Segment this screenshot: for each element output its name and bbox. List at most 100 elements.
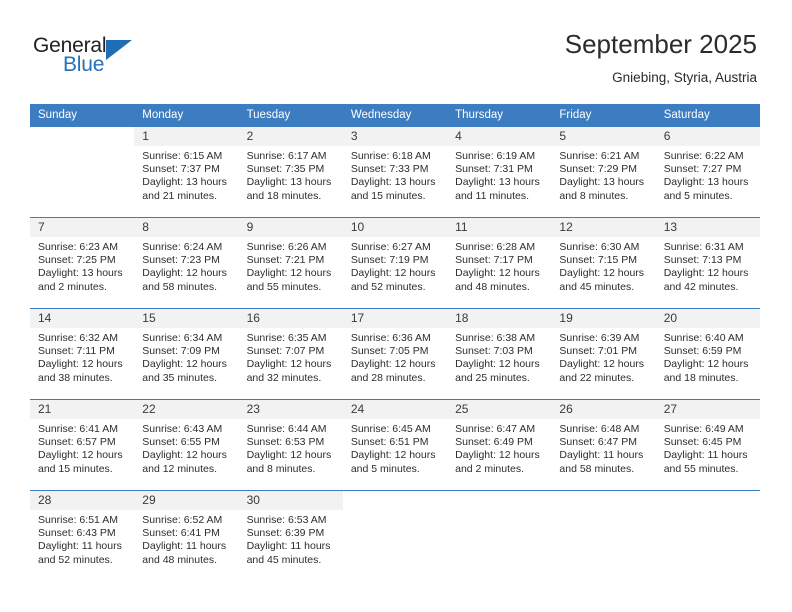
calendar-day-cell[interactable]: 1 Sunrise: 6:15 AM Sunset: 7:37 PM Daylight…	[134, 127, 239, 218]
daylight-duration-line1: Daylight: 12 hours	[142, 267, 227, 280]
day-number: 22	[134, 400, 239, 419]
day-details: Sunrise: 6:39 AM Sunset: 7:01 PM Daylight:…	[551, 328, 655, 385]
title-block: September 2025 Gniebing, Styria, Austria	[565, 28, 757, 87]
sunrise-time: Sunrise: 6:48 AM	[559, 423, 640, 435]
calendar-day-cell[interactable]	[447, 490, 552, 581]
day-cell-inner: 15 Sunrise: 6:34 AM Sunset: 7:09 PM Dayligh…	[134, 309, 239, 399]
calendar-day-cell[interactable]: 19 Sunrise: 6:39 AM Sunset: 7:01 PM Dayligh…	[551, 308, 656, 400]
sunrise-time: Sunrise: 6:47 AM	[455, 423, 536, 435]
calendar-day-cell[interactable]: 10 Sunrise: 6:27 AM Sunset: 7:19 PM Dayligh…	[342, 217, 448, 309]
calendar-day-cell[interactable]: 3 Sunrise: 6:18 AM Sunset: 7:33 PM Daylight…	[342, 127, 448, 218]
calendar-week-row: 21 Sunrise: 6:41 AM Sunset: 6:57 PM Dayligh…	[30, 399, 760, 491]
day-number: 8	[134, 218, 239, 237]
daylight-duration-line2: and 8 minutes.	[559, 189, 629, 202]
day-cell-inner: 29 Sunrise: 6:52 AM Sunset: 6:41 PM Dayligh…	[134, 491, 239, 581]
calendar-day-cell[interactable]	[342, 490, 448, 581]
calendar-day-cell[interactable]	[655, 490, 760, 581]
calendar-day-cell[interactable]: 15 Sunrise: 6:34 AM Sunset: 7:09 PM Dayligh…	[134, 308, 239, 400]
daylight-duration-line1: Daylight: 13 hours	[663, 176, 749, 189]
day-cell-inner: 27 Sunrise: 6:49 AM Sunset: 6:45 PM Dayligh…	[655, 400, 760, 490]
day-details: Sunrise: 6:47 AM Sunset: 6:49 PM Daylight:…	[447, 419, 551, 476]
day-details: Sunrise: 6:48 AM Sunset: 6:47 PM Daylight:…	[551, 419, 655, 476]
sunrise-time: Sunrise: 6:17 AM	[246, 150, 327, 162]
calendar-day-cell[interactable]: 13 Sunrise: 6:31 AM Sunset: 7:13 PM Dayligh…	[655, 217, 760, 309]
calendar-day-cell[interactable]: 7 Sunrise: 6:23 AM Sunset: 7:25 PM Daylight…	[30, 217, 135, 309]
sunset-time: Sunset: 7:11 PM	[38, 345, 115, 358]
daylight-duration-line1: Daylight: 13 hours	[559, 176, 645, 189]
calendar-day-cell[interactable]: 16 Sunrise: 6:35 AM Sunset: 7:07 PM Dayligh…	[238, 308, 343, 400]
day-number: 24	[342, 400, 448, 419]
sunset-time: Sunset: 7:33 PM	[350, 163, 429, 176]
day-details: Sunrise: 6:19 AM Sunset: 7:31 PM Daylight:…	[447, 146, 551, 203]
sunrise-time: Sunrise: 6:41 AM	[38, 423, 118, 435]
day-cell-inner	[343, 491, 447, 581]
sunset-time: Sunset: 7:13 PM	[663, 254, 742, 267]
calendar-day-cell[interactable]: 11 Sunrise: 6:28 AM Sunset: 7:17 PM Dayligh…	[447, 217, 552, 309]
daylight-duration-line1: Daylight: 12 hours	[455, 267, 540, 280]
sunset-time: Sunset: 6:53 PM	[246, 436, 325, 449]
calendar-day-cell[interactable]: 28 Sunrise: 6:51 AM Sunset: 6:43 PM Dayligh…	[30, 490, 135, 581]
calendar-day-cell[interactable]: 2 Sunrise: 6:17 AM Sunset: 7:35 PM Daylight…	[238, 127, 343, 218]
calendar-day-cell[interactable]: 24 Sunrise: 6:45 AM Sunset: 6:51 PM Dayligh…	[342, 399, 448, 491]
day-cell-inner: 1 Sunrise: 6:15 AM Sunset: 7:37 PM Daylight…	[134, 127, 239, 217]
day-details: Sunrise: 6:53 AM Sunset: 6:39 PM Daylight:…	[239, 510, 343, 567]
sunset-time: Sunset: 6:47 PM	[559, 436, 638, 449]
calendar-day-cell[interactable]: 5 Sunrise: 6:21 AM Sunset: 7:29 PM Daylight…	[551, 127, 656, 218]
sunrise-time: Sunrise: 6:44 AM	[246, 423, 327, 435]
day-number	[30, 127, 134, 146]
sunset-time: Sunset: 7:27 PM	[663, 163, 742, 176]
day-number: 29	[134, 491, 239, 510]
daylight-duration-line2: and 22 minutes.	[559, 371, 635, 384]
calendar-day-cell[interactable]: 18 Sunrise: 6:38 AM Sunset: 7:03 PM Dayligh…	[447, 308, 552, 400]
calendar-day-cell[interactable]: 26 Sunrise: 6:48 AM Sunset: 6:47 PM Dayligh…	[551, 399, 656, 491]
day-cell-inner: 25 Sunrise: 6:47 AM Sunset: 6:49 PM Dayligh…	[447, 400, 552, 490]
calendar-day-cell[interactable]: 22 Sunrise: 6:43 AM Sunset: 6:55 PM Dayligh…	[134, 399, 239, 491]
sunset-time: Sunset: 6:41 PM	[142, 527, 220, 540]
day-details: Sunrise: 6:43 AM Sunset: 6:55 PM Daylight:…	[134, 419, 238, 476]
daylight-duration-line2: and 45 minutes.	[246, 553, 322, 566]
day-details: Sunrise: 6:34 AM Sunset: 7:09 PM Daylight:…	[134, 328, 238, 385]
calendar-day-cell[interactable]: 30 Sunrise: 6:53 AM Sunset: 6:39 PM Dayligh…	[238, 490, 343, 581]
calendar-day-cell[interactable]: 27 Sunrise: 6:49 AM Sunset: 6:45 PM Dayligh…	[655, 399, 760, 491]
calendar-day-cell[interactable]: 14 Sunrise: 6:32 AM Sunset: 7:11 PM Dayligh…	[30, 308, 135, 400]
calendar-body: 1 Sunrise: 6:15 AM Sunset: 7:37 PM Daylight…	[30, 127, 760, 581]
calendar-day-cell[interactable]: 12 Sunrise: 6:30 AM Sunset: 7:15 PM Dayligh…	[551, 217, 656, 309]
day-number: 4	[447, 127, 552, 146]
calendar-day-cell[interactable]	[30, 127, 134, 218]
weekday-header-tuesday: Tuesday	[238, 104, 343, 127]
sunrise-time: Sunrise: 6:28 AM	[455, 241, 536, 253]
calendar-day-cell[interactable]: 6 Sunrise: 6:22 AM Sunset: 7:27 PM Daylight…	[655, 127, 760, 218]
daylight-duration-line1: Daylight: 13 hours	[38, 267, 123, 280]
calendar-day-cell[interactable]: 25 Sunrise: 6:47 AM Sunset: 6:49 PM Dayligh…	[447, 399, 552, 491]
calendar-day-cell[interactable]: 21 Sunrise: 6:41 AM Sunset: 6:57 PM Dayligh…	[30, 399, 135, 491]
calendar-day-cell[interactable]: 9 Sunrise: 6:26 AM Sunset: 7:21 PM Daylight…	[238, 217, 343, 309]
weekday-header-monday: Monday	[134, 104, 239, 127]
daylight-duration-line1: Daylight: 12 hours	[350, 358, 436, 371]
sunrise-time: Sunrise: 6:43 AM	[142, 423, 223, 435]
sunset-time: Sunset: 7:19 PM	[350, 254, 429, 267]
calendar-day-cell[interactable]: 8 Sunrise: 6:24 AM Sunset: 7:23 PM Daylight…	[134, 217, 239, 309]
general-blue-logo[interactable]: General Blue	[33, 34, 213, 80]
calendar-day-cell[interactable]: 17 Sunrise: 6:36 AM Sunset: 7:05 PM Dayligh…	[342, 308, 448, 400]
calendar-day-cell[interactable]: 23 Sunrise: 6:44 AM Sunset: 6:53 PM Dayligh…	[238, 399, 343, 491]
daylight-duration-line1: Daylight: 13 hours	[142, 176, 227, 189]
day-cell-inner: 3 Sunrise: 6:18 AM Sunset: 7:33 PM Daylight…	[342, 127, 448, 217]
daylight-duration-line1: Daylight: 12 hours	[142, 358, 227, 371]
day-cell-inner: 23 Sunrise: 6:44 AM Sunset: 6:53 PM Dayligh…	[238, 400, 343, 490]
sunrise-time: Sunrise: 6:36 AM	[350, 332, 431, 344]
calendar-day-cell[interactable]: 29 Sunrise: 6:52 AM Sunset: 6:41 PM Dayligh…	[134, 490, 239, 581]
sunset-time: Sunset: 7:03 PM	[455, 345, 533, 358]
day-details: Sunrise: 6:26 AM Sunset: 7:21 PM Daylight:…	[239, 237, 343, 294]
sunset-time: Sunset: 7:01 PM	[559, 345, 638, 358]
calendar-day-cell[interactable]: 4 Sunrise: 6:19 AM Sunset: 7:31 PM Daylight…	[447, 127, 552, 218]
calendar-day-cell[interactable]	[551, 490, 656, 581]
day-cell-inner: 4 Sunrise: 6:19 AM Sunset: 7:31 PM Daylight…	[447, 127, 552, 217]
sunrise-time: Sunrise: 6:49 AM	[663, 423, 744, 435]
sunset-time: Sunset: 6:55 PM	[142, 436, 220, 449]
day-number: 6	[655, 127, 760, 146]
calendar-day-cell[interactable]: 20 Sunrise: 6:40 AM Sunset: 6:59 PM Dayligh…	[655, 308, 760, 400]
calendar-page: General Blue September 2025 Gniebing, St…	[0, 0, 792, 612]
day-cell-inner: 7 Sunrise: 6:23 AM Sunset: 7:25 PM Daylight…	[30, 218, 135, 308]
daylight-duration-line2: and 52 minutes.	[38, 553, 113, 566]
day-cell-inner: 16 Sunrise: 6:35 AM Sunset: 7:07 PM Dayligh…	[238, 309, 343, 399]
